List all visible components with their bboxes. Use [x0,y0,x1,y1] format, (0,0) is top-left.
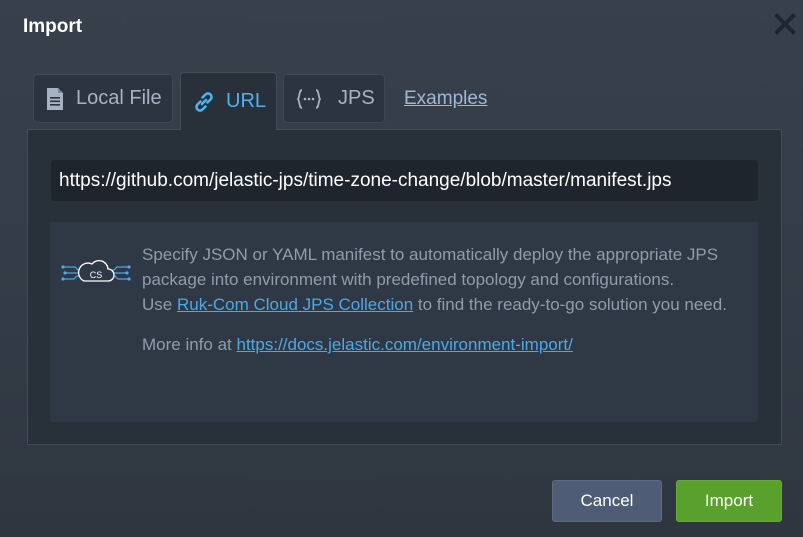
info-text: Specify JSON or YAML manifest to automat… [142,242,742,357]
info-more-line: More info at https://docs.jelastic.com/e… [142,332,742,357]
tab-url[interactable]: URL [180,72,277,130]
tab-label: JPS [338,87,375,109]
docs-link[interactable]: https://docs.jelastic.com/environment-im… [237,335,573,354]
jps-collection-link[interactable]: Ruk-Com Cloud JPS Collection [177,295,413,314]
tab-local-file[interactable]: Local File [33,74,173,123]
tab-label: Local File [76,87,162,109]
cloud-logo-icon: CS [60,252,132,293]
info-text-fragment: to find the ready-to-go solution you nee… [413,295,727,314]
file-icon [46,87,64,111]
close-icon[interactable] [770,10,800,40]
examples-link[interactable]: Examples [404,88,487,110]
link-icon [192,90,216,114]
tab-jps[interactable]: JPS [283,74,385,123]
manifest-url-input[interactable] [51,160,758,201]
info-description: Specify JSON or YAML manifest to automat… [142,245,719,289]
cancel-button[interactable]: Cancel [552,480,662,522]
tab-label: URL [226,90,267,112]
import-dialog: Import Local File URL JPS Examples https… [0,0,803,537]
logo-text: CS [90,270,103,280]
braces-icon [296,87,322,111]
info-text-fragment: More info at [142,335,237,354]
info-collection-line: Use Ruk-Com Cloud JPS Collection to find… [142,292,742,317]
info-box: CS Specify JSON or YAML manifest to auto… [50,222,758,422]
info-text-fragment: Use [142,295,177,314]
url-panel: CS Specify JSON or YAML manifest to auto… [27,129,782,445]
dialog-title: Import [23,16,83,37]
import-button[interactable]: Import [676,480,782,522]
